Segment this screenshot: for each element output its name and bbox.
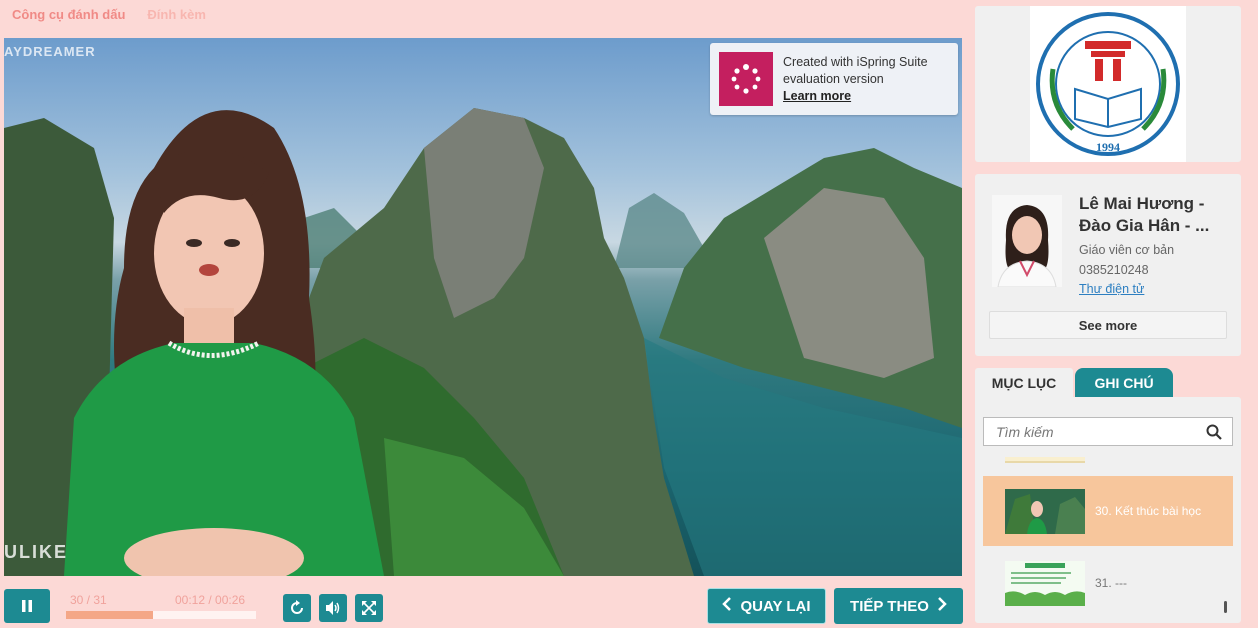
school-emblem-icon: 1994: [1036, 12, 1180, 156]
fullscreen-icon: [362, 601, 376, 615]
school-logo-panel: 1994: [975, 6, 1241, 162]
progress-bar[interactable]: [66, 611, 256, 619]
watermark-bottom: ULIKE: [4, 542, 68, 562]
pause-button[interactable]: [4, 589, 50, 623]
ispring-line1: Created with iSpring Suite: [783, 54, 928, 69]
next-label: TIẾP THEO: [850, 597, 929, 615]
email-link[interactable]: Thư điện tử: [1079, 282, 1144, 296]
speaker-icon: [326, 601, 340, 615]
toc-item-label: 30. Kết thúc bài học: [1095, 504, 1202, 518]
search-icon[interactable]: [1206, 424, 1222, 443]
partial-thumb: [1005, 457, 1085, 463]
pause-icon: [22, 600, 32, 612]
ispring-line2: evaluation version: [783, 71, 884, 86]
slide-thumbnail: [1005, 488, 1085, 534]
ispring-logo-icon: [719, 52, 773, 106]
see-more-button[interactable]: See more: [989, 311, 1227, 339]
sidebar-tabs: MỤC LỤC GHI CHÚ: [975, 368, 1241, 397]
author-name: Lê Mai Hương - Đào Gia Hân - ...: [1079, 194, 1210, 235]
toc-item-label: 31. ---: [1095, 576, 1128, 590]
author-avatar: [992, 195, 1062, 287]
replay-icon: [291, 600, 303, 614]
ispring-evaluation-banner: Created with iSpring Suite evaluation ve…: [710, 43, 958, 115]
prev-label: QUAY LẠI: [740, 597, 811, 615]
toc-scrollbar[interactable]: [1224, 601, 1227, 613]
toc-panel: Tìm kiếm 30. Kết thúc bài học 31. ---: [975, 397, 1241, 623]
learn-more-link[interactable]: Learn more: [783, 89, 851, 103]
replay-button[interactable]: [283, 594, 311, 622]
slide-counter: 30 / 31: [70, 593, 107, 607]
chevron-left-icon: [722, 597, 732, 615]
next-button[interactable]: TIẾP THEO: [834, 588, 963, 624]
search-field[interactable]: Tìm kiếm: [983, 417, 1233, 446]
progress-fill: [66, 611, 154, 619]
author-phone: 0385210248: [1079, 263, 1149, 277]
prev-button[interactable]: QUAY LẠI: [707, 588, 826, 624]
volume-button[interactable]: [319, 594, 347, 622]
search-placeholder: Tìm kiếm: [996, 423, 1054, 440]
tab-attachments[interactable]: Đính kèm: [147, 7, 206, 22]
time-display: 00:12 / 00:26: [175, 593, 246, 607]
video-frame: [4, 108, 962, 576]
toc-item[interactable]: 31. ---: [983, 548, 1233, 618]
tab-contents[interactable]: MỤC LỤC: [975, 368, 1073, 397]
chevron-right-icon: [937, 597, 947, 615]
school-logo: 1994: [1030, 6, 1186, 162]
author-role: Giáo viên cơ bản: [1079, 243, 1175, 257]
svg-text:1994: 1994: [1096, 140, 1120, 154]
tab-notes[interactable]: GHI CHÚ: [1075, 368, 1173, 397]
slide-thumbnail: [1005, 560, 1085, 606]
top-tabs: Công cụ đánh dấu Đính kèm: [12, 7, 206, 22]
author-panel: Lê Mai Hương - Đào Gia Hân - ... Giáo vi…: [975, 174, 1241, 356]
watermark-top: AYDREAMER: [4, 44, 96, 59]
video-player[interactable]: AYDREAMER ULIKE Created with iSpring Sui…: [4, 38, 962, 576]
fullscreen-button[interactable]: [355, 594, 383, 622]
toc-item[interactable]: 30. Kết thúc bài học: [983, 476, 1233, 546]
tab-markup-tools[interactable]: Công cụ đánh dấu: [12, 7, 125, 22]
